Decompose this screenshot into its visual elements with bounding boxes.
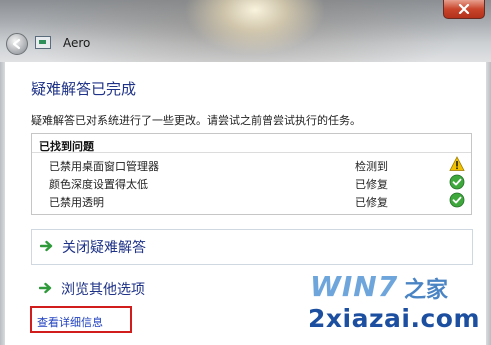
watermark-brand-suffix: 之家 — [404, 278, 449, 303]
green-arrow-icon — [40, 240, 53, 252]
watermark-site: 2xiazai.com — [308, 304, 480, 333]
issue-name: 已禁用透明 — [49, 196, 104, 209]
highlight-box — [30, 306, 132, 333]
close-troubleshooter-label: 关闭疑难解答 — [62, 240, 146, 256]
check-icon — [449, 192, 465, 208]
window-titlebar — [0, 0, 491, 62]
close-icon — [458, 4, 470, 14]
warning-icon — [449, 156, 465, 171]
close-troubleshooter-button[interactable]: 关闭疑难解答 — [31, 229, 473, 265]
troubleshooter-app-icon — [35, 36, 51, 49]
explore-options-label: 浏览其他选项 — [61, 282, 145, 298]
green-arrow-icon — [39, 282, 52, 294]
check-icon — [449, 174, 465, 190]
issue-row: 已禁用透明 已修复 — [32, 192, 471, 210]
issues-panel: 已找到问题 已禁用桌面窗口管理器 检测到 颜色深度设置得太低 已修复 已禁用透明… — [31, 133, 472, 215]
back-button[interactable] — [6, 33, 28, 55]
issue-name: 已禁用桌面窗口管理器 — [49, 160, 159, 173]
page-title: 疑难解答已完成 — [31, 80, 137, 98]
close-button[interactable] — [443, 0, 485, 19]
issue-status: 检测到 — [355, 160, 388, 173]
window-title: Aero — [63, 36, 91, 50]
issues-divider — [32, 152, 471, 153]
issue-status: 已修复 — [355, 196, 388, 209]
issue-row: 颜色深度设置得太低 已修复 — [32, 174, 471, 192]
window-frame-right — [486, 62, 491, 345]
issue-status: 已修复 — [355, 178, 388, 191]
watermark-brand: WIN7 — [310, 270, 399, 303]
watermark: WIN7 之家 2xiazai.com — [308, 268, 480, 340]
page-description: 疑难解答已对系统进行了一些更改。请尝试之前曾尝试执行的任务。 — [31, 114, 361, 127]
issue-row: 已禁用桌面窗口管理器 检测到 — [32, 156, 471, 174]
back-arrow-icon — [12, 38, 21, 50]
issue-name: 颜色深度设置得太低 — [49, 178, 148, 191]
